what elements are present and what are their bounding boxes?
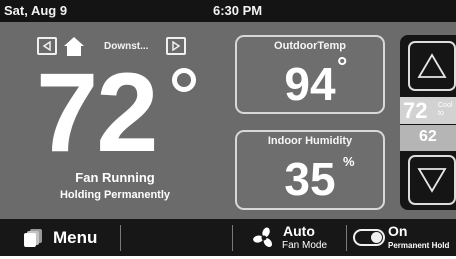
- status-time: 6:30 PM: [213, 3, 263, 18]
- heat-setpoint-value: 62: [419, 128, 437, 145]
- thermostat-screen: Sat, Aug 9 6:30 PM Downst... 72 Fan Runn…: [0, 0, 456, 256]
- fan-mode-label: Fan Mode: [282, 240, 328, 251]
- indoor-temperature: 72: [36, 50, 159, 175]
- next-zone-button[interactable]: [166, 37, 186, 55]
- fan-mode-value: Auto: [283, 223, 315, 239]
- menu-button[interactable]: Menu: [0, 219, 120, 256]
- hold-status: Holding Permanently: [59, 189, 171, 201]
- decrease-setpoint-button[interactable]: [408, 155, 456, 205]
- outdoor-temp-card[interactable]: OutdoorTemp 94 °: [235, 35, 385, 114]
- degree-symbol: [172, 68, 196, 92]
- outdoor-temp-unit: °: [337, 51, 348, 81]
- outdoor-temp-value: 94: [284, 58, 336, 110]
- cool-setpoint-label: Cool to: [438, 102, 453, 117]
- toggle-knob: [371, 232, 382, 243]
- fan-icon: [253, 227, 273, 248]
- menu-label: Menu: [53, 228, 98, 247]
- arrow-down-icon: [417, 168, 447, 193]
- arrow-up-icon: [417, 53, 447, 78]
- permanent-hold-toggle[interactable]: On Permanent Hold: [348, 219, 456, 256]
- bottom-bar: Menu Auto Fan Mode On Permanent Hold: [0, 219, 456, 256]
- divider: [346, 225, 347, 251]
- cool-setpoint[interactable]: 72 Cool to: [400, 97, 456, 124]
- humidity-unit: %: [343, 154, 355, 169]
- fan-status: Fan Running: [75, 170, 155, 185]
- heat-setpoint[interactable]: 62: [400, 125, 456, 151]
- setpoint-panel: 72 Cool to 62: [400, 35, 456, 210]
- indoor-humidity-card[interactable]: Indoor Humidity 35 %: [235, 130, 385, 210]
- status-date: Sat, Aug 9: [4, 3, 68, 18]
- toggle-switch[interactable]: [353, 229, 385, 246]
- hold-value: On: [388, 223, 408, 239]
- menu-icon: [24, 229, 42, 247]
- cool-setpoint-value: 72: [403, 98, 428, 123]
- divider: [120, 225, 121, 251]
- humidity-value: 35: [284, 153, 336, 205]
- divider: [232, 225, 233, 251]
- outdoor-temp-title: OutdoorTemp: [274, 40, 346, 52]
- hold-label: Permanent Hold: [388, 241, 450, 250]
- fan-mode-button[interactable]: Auto Fan Mode: [236, 219, 346, 256]
- status-bar: Sat, Aug 9 6:30 PM: [0, 0, 456, 22]
- increase-setpoint-button[interactable]: [408, 41, 456, 91]
- humidity-title: Indoor Humidity: [267, 135, 353, 147]
- chevron-right-icon: [172, 41, 181, 51]
